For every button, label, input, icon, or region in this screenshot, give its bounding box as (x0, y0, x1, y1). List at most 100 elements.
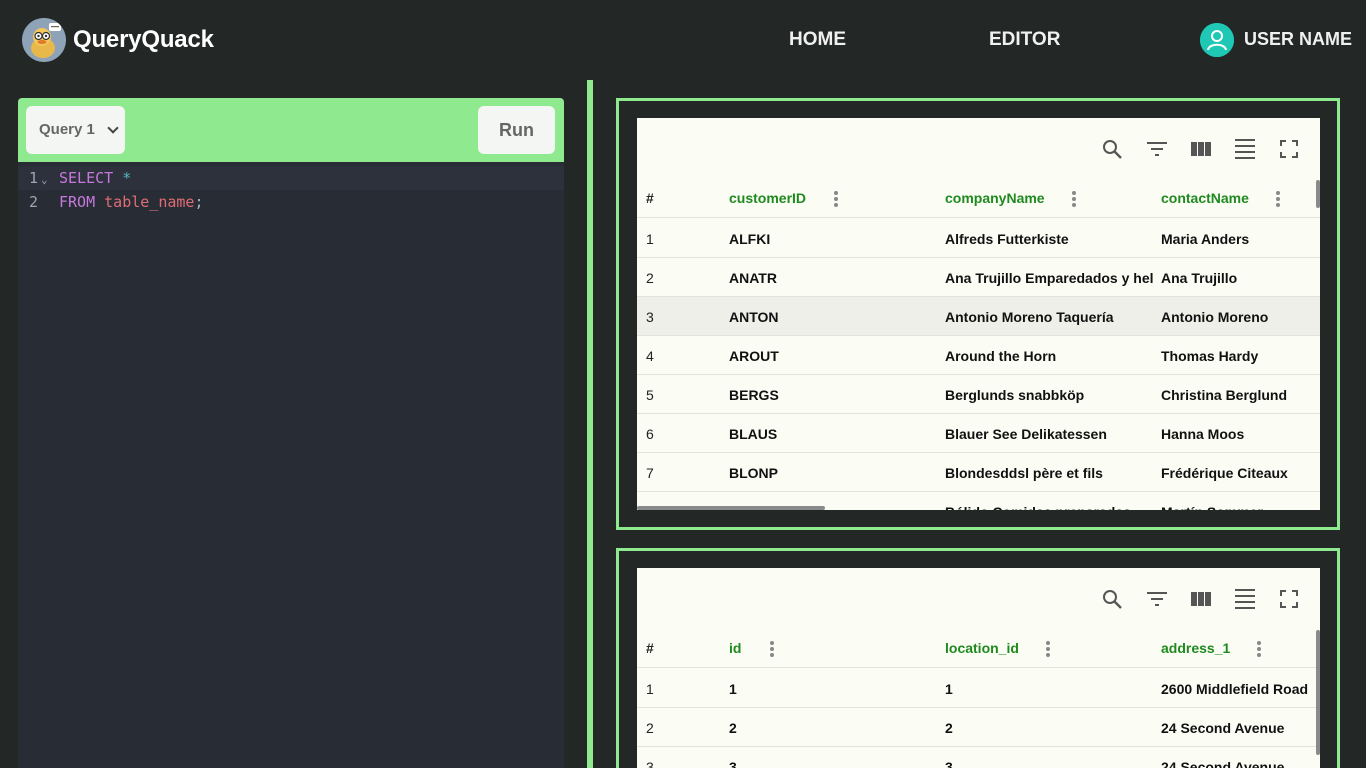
row-index: 2 (646, 720, 654, 736)
table-row[interactable]: 2 2 2 24 Second Avenue (637, 708, 1320, 747)
query-select[interactable]: Query 1 (26, 106, 125, 154)
cell: Christina Berglund (1161, 387, 1288, 403)
cell: Antonio Moreno (1161, 309, 1269, 325)
sql-identifier: table_name (95, 193, 195, 211)
sql-operator: * (113, 169, 132, 187)
nav-editor[interactable]: EDITOR (989, 29, 1060, 51)
column-header-index[interactable]: # (646, 640, 654, 656)
search-icon[interactable] (1100, 587, 1124, 611)
cell: Around the Horn (945, 348, 1057, 364)
chevron-down-icon (107, 122, 119, 134)
cell: 2600 Middlefield Road (1161, 681, 1309, 697)
column-menu-icon[interactable] (770, 641, 774, 657)
cell: BLAUS (729, 426, 778, 442)
columns-icon[interactable] (1189, 587, 1213, 611)
top-nav: QueryQuack HOME EDITOR USER NAME (0, 0, 1366, 80)
user-avatar-icon[interactable] (1200, 23, 1234, 57)
cell: Alfreds Futterkiste (945, 231, 1069, 247)
cell: Maria Anders (1161, 231, 1250, 247)
column-menu-icon[interactable] (1046, 641, 1050, 657)
user-name[interactable]: USER NAME (1244, 29, 1352, 50)
cell: 1 (945, 681, 953, 697)
cell: ANTON (729, 309, 779, 325)
fullscreen-icon[interactable] (1277, 587, 1301, 611)
column-menu-icon[interactable] (834, 191, 838, 207)
cell: 24 Second Avenue (1161, 759, 1285, 768)
column-header-customerid[interactable]: customerID (729, 190, 806, 206)
row-index: 7 (646, 465, 654, 481)
column-header-companyname[interactable]: companyName (945, 190, 1045, 206)
cell: Ana Trujillo (1161, 270, 1238, 286)
cell: Martín Sommer (1161, 504, 1320, 510)
table-row[interactable]: 1 ALFKI Alfreds Futterkiste Maria Anders (637, 219, 1320, 258)
density-icon[interactable] (1233, 137, 1257, 161)
result-panel-1: # customerID companyName contactName 1 AL… (616, 98, 1340, 530)
result-panel-2: # id location_id address_1 1 1 1 2600 Middl… (616, 548, 1340, 768)
sql-editor-panel: Query 1 Run 1 ⌄ SELECT * 2 FROM table_na… (18, 98, 564, 768)
column-header-location-id[interactable]: location_id (945, 640, 1019, 656)
nav-home[interactable]: HOME (789, 29, 846, 51)
row-index: 6 (646, 426, 654, 442)
code-editor[interactable]: 1 ⌄ SELECT * 2 FROM table_name; (18, 166, 564, 214)
table-row[interactable]: 7 BLONP Blondesddsl père et fils Frédérique… (637, 453, 1320, 492)
cell: Blauer See Delikatessen (945, 426, 1107, 442)
code-line[interactable]: 1 ⌄ SELECT * (18, 166, 564, 190)
vertical-scrollbar[interactable] (1316, 180, 1320, 208)
cell: BLONP (729, 465, 778, 481)
row-index: 2 (646, 270, 654, 286)
column-header-index[interactable]: # (646, 190, 654, 206)
cell: 1 (729, 681, 737, 697)
table-row[interactable]: 1 1 1 2600 Middlefield Road (637, 669, 1320, 708)
editor-toolbar: Query 1 Run (18, 98, 564, 162)
column-header-address-1[interactable]: address_1 (1161, 640, 1230, 656)
vertical-scrollbar[interactable] (1316, 630, 1320, 755)
horizontal-scrollbar[interactable] (637, 506, 825, 510)
run-button[interactable]: Run (478, 106, 555, 154)
cell: Blondesddsl père et fils (945, 465, 1103, 481)
brand-name[interactable]: QueryQuack (73, 26, 214, 54)
search-icon[interactable] (1100, 137, 1124, 161)
column-header-contactname[interactable]: contactName (1161, 190, 1249, 206)
cell: Berglunds snabbköp (945, 387, 1085, 403)
code-line[interactable]: 2 FROM table_name; (18, 190, 564, 214)
column-header-id[interactable]: id (729, 640, 741, 656)
fullscreen-icon[interactable] (1277, 137, 1301, 161)
duck-logo-icon[interactable] (22, 18, 66, 62)
cell: Ana Trujillo Emparedados y helados (945, 270, 1153, 286)
filter-icon[interactable] (1145, 587, 1169, 611)
density-icon[interactable] (1233, 587, 1257, 611)
table-row[interactable]: 4 AROUT Around the Horn Thomas Hardy (637, 336, 1320, 375)
row-index: 3 (646, 309, 654, 325)
cell: Hanna Moos (1161, 426, 1245, 442)
cell: 2 (945, 720, 953, 736)
table-row[interactable]: 5 BERGS Berglunds snabbköp Christina Berglu… (637, 375, 1320, 414)
cell: BERGS (729, 387, 779, 403)
panel-splitter[interactable] (587, 80, 593, 768)
result-table-1: # customerID companyName contactName 1 AL… (637, 118, 1320, 510)
table-row[interactable]: 3 ANTON Antonio Moreno Taquería Antonio Mor… (637, 297, 1320, 336)
query-select-value: Query 1 (39, 121, 95, 138)
fold-chevron-icon[interactable]: ⌄ (41, 168, 48, 192)
column-menu-icon[interactable] (1276, 191, 1280, 207)
cell: 3 (945, 759, 953, 768)
column-menu-icon[interactable] (1257, 641, 1261, 657)
sql-keyword: FROM (59, 193, 96, 211)
row-index: 4 (646, 348, 654, 364)
result-table-2: # id location_id address_1 1 1 1 2600 Middl… (637, 568, 1320, 768)
row-index: 1 (646, 231, 654, 247)
table-row[interactable]: 6 BLAUS Blauer See Delikatessen Hanna Moos (637, 414, 1320, 453)
row-index: 3 (646, 759, 654, 768)
cell: ALFKI (729, 231, 771, 247)
row-index: 1 (646, 681, 654, 697)
filter-icon[interactable] (1145, 137, 1169, 161)
cell: 2 (729, 720, 737, 736)
cell: AROUT (729, 348, 779, 364)
cell: Thomas Hardy (1161, 348, 1259, 364)
row-index: 5 (646, 387, 654, 403)
column-menu-icon[interactable] (1072, 191, 1076, 207)
columns-icon[interactable] (1189, 137, 1213, 161)
table-row[interactable]: 3 3 3 24 Second Avenue (637, 747, 1320, 768)
table-header: # customerID companyName contactName (637, 178, 1320, 218)
cell: 3 (729, 759, 737, 768)
table-row[interactable]: 2 ANATR Ana Trujillo Emparedados y helados… (637, 258, 1320, 297)
